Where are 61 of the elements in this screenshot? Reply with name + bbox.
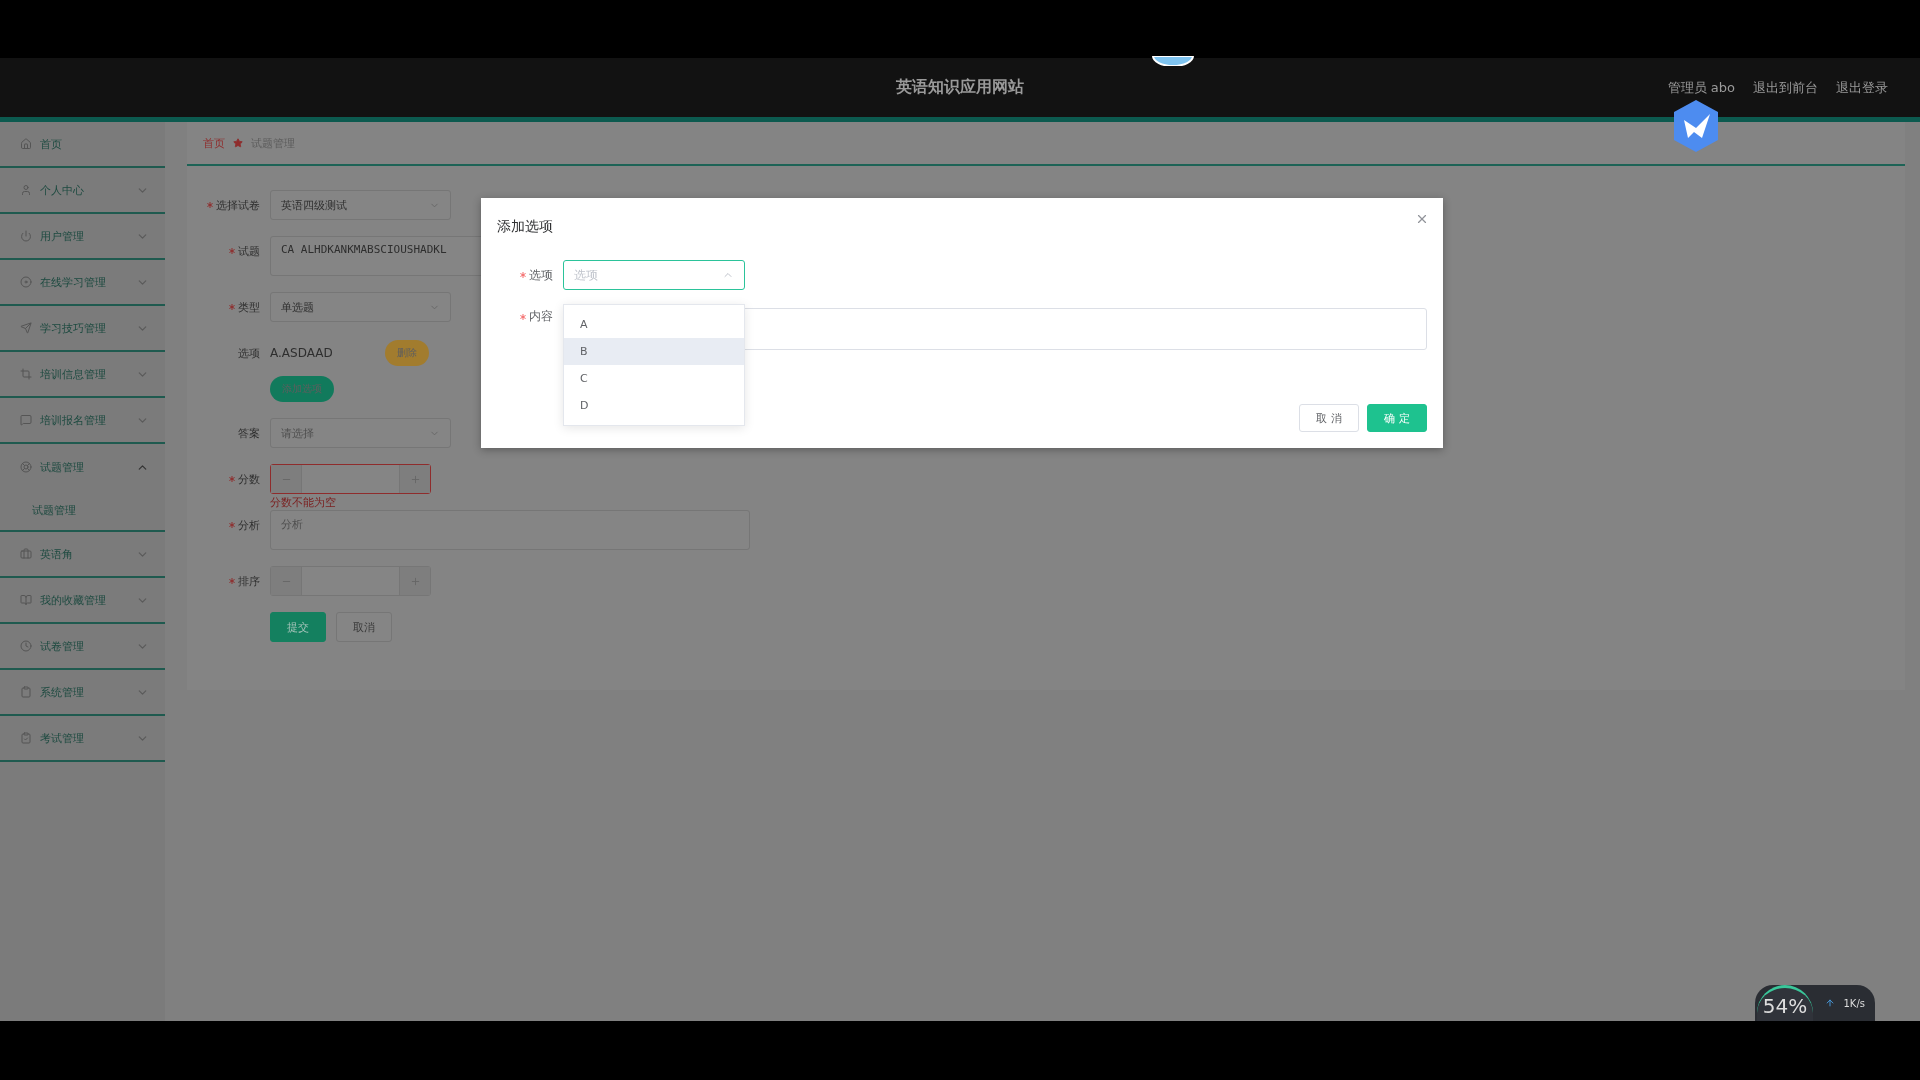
number-field[interactable]: [270, 566, 431, 596]
minus-icon[interactable]: [271, 567, 301, 595]
dropdown-option[interactable]: D: [564, 392, 744, 419]
upload-icon: [1825, 998, 1835, 1008]
header-link[interactable]: 管理员 abo: [1667, 78, 1735, 97]
site-title: 英语知识应用网站: [896, 77, 1024, 98]
sidebar-item[interactable]: 在线学习管理: [0, 260, 165, 306]
field-label: 内容: [529, 308, 553, 325]
select-field[interactable]: 英语四级测试: [270, 190, 451, 220]
field-label: 选项: [529, 266, 553, 284]
dropdown-option[interactable]: B: [564, 338, 744, 365]
delete-button[interactable]: 删除: [385, 340, 429, 366]
header-link[interactable]: 退出到前台: [1753, 78, 1818, 97]
dropdown-option[interactable]: C: [564, 365, 744, 392]
field-label: 试题: [238, 243, 260, 259]
minus-icon[interactable]: [271, 465, 301, 493]
sidebar-item[interactable]: 考试管理: [0, 716, 165, 762]
cancel-button[interactable]: 取 消: [1299, 404, 1359, 432]
option-text: A.ASDAAD: [270, 345, 334, 362]
speed-text: 1K/s: [1843, 997, 1865, 1009]
field-label: 分析: [238, 517, 260, 533]
field-label: 答案: [238, 425, 260, 441]
field-label: 类型: [238, 299, 260, 315]
submenu-item[interactable]: 试题管理: [0, 490, 165, 532]
breadcrumb-link[interactable]: 首页: [203, 135, 225, 151]
select-field[interactable]: 单选题: [270, 292, 451, 322]
sidebar-item[interactable]: 试卷管理: [0, 624, 165, 670]
close-icon[interactable]: [1415, 212, 1429, 226]
sidebar-item[interactable]: 培训报名管理: [0, 398, 165, 444]
dialog-title: 添加选项: [497, 218, 553, 236]
error-message: 分数不能为空: [270, 495, 336, 510]
star-icon: [233, 138, 243, 148]
field-label: 排序: [238, 573, 260, 589]
select-value: 单选题: [281, 299, 314, 315]
plus-icon[interactable]: [400, 465, 430, 493]
sidebar-item[interactable]: 首页: [0, 122, 165, 168]
number-field[interactable]: [270, 464, 431, 494]
sidebar-item[interactable]: 英语角: [0, 532, 165, 578]
sidebar-item[interactable]: 培训信息管理: [0, 352, 165, 398]
sidebar-item[interactable]: 试题管理: [0, 444, 165, 490]
plus-icon[interactable]: [400, 567, 430, 595]
dropdown-option[interactable]: A: [564, 311, 744, 338]
select-field[interactable]: 选项: [563, 260, 745, 290]
field-label: 分数: [238, 471, 260, 487]
circle-logo-icon: [1152, 56, 1194, 66]
confirm-button[interactable]: 确 定: [1367, 404, 1427, 432]
sidebar-item[interactable]: 学习技巧管理: [0, 306, 165, 352]
add-option-button[interactable]: 添加选项: [270, 376, 334, 402]
percent-text: 54%: [1762, 994, 1808, 1020]
sidebar-item[interactable]: 我的收藏管理: [0, 578, 165, 624]
field-label: 选项: [238, 345, 260, 361]
select-placeholder: 选项: [574, 266, 598, 284]
sidebar-item[interactable]: 用户管理: [0, 214, 165, 260]
sidebar-item[interactable]: 系统管理: [0, 670, 165, 716]
field-label: 选择试卷: [216, 197, 260, 213]
text-value: CA ALHDKANKMABSCIOUSHADKL: [281, 243, 447, 256]
select-value: 英语四级测试: [281, 197, 347, 213]
submit-button[interactable]: 提交: [270, 612, 326, 642]
sidebar-item[interactable]: 个人中心: [0, 168, 165, 214]
cancel-button[interactable]: 取消: [336, 612, 392, 642]
header-link[interactable]: 退出登录: [1836, 78, 1888, 97]
